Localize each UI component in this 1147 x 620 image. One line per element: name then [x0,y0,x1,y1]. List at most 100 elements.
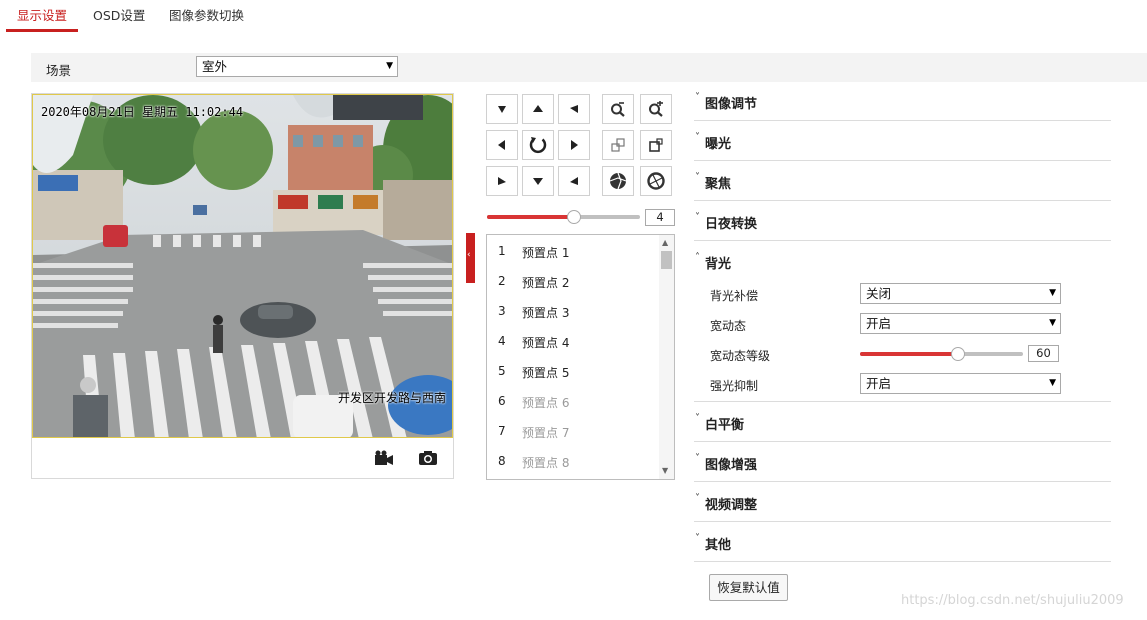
ptz-right-button[interactable] [558,130,590,160]
section-title: 日夜转换 [705,217,758,232]
preset-item[interactable]: 3 预置点 3 [487,295,659,325]
restore-defaults-button[interactable]: 恢复默认值 [709,574,788,601]
tab-bar: 显示设置 OSD设置 图像参数切换 [0,0,1147,33]
tab-display-settings[interactable]: 显示设置 [17,5,67,24]
wdr-level-label: 宽动态等级 [710,349,771,363]
ptz-down-right-button[interactable] [558,166,590,196]
scroll-down-icon[interactable]: ▼ [662,466,668,475]
section-6[interactable]: ˅ 白平衡 [694,402,1111,442]
section-8[interactable]: ˅ 视频调整 [694,482,1111,522]
ptz-left-button[interactable] [486,130,518,160]
ptz-up-button[interactable] [522,94,554,124]
tab-osd-settings[interactable]: OSD设置 [93,5,145,24]
active-tab-indicator [6,29,78,32]
preset-name: 预置点 5 [522,366,570,380]
scene-select[interactable]: 室外 ▼ [196,56,398,77]
arrow-up-icon [533,105,543,112]
ptz-up-left-button[interactable] [486,94,518,124]
preset-item[interactable]: 7 预置点 7 [487,415,659,445]
collapse-ptz-handle[interactable]: ‹ [466,233,475,283]
preset-number: 6 [498,394,506,408]
preset-item[interactable]: 6 预置点 6 [487,385,659,415]
video-panel: 2020年08月21日 星期五 11:02:44 开发区开发路与西南 [31,93,454,479]
scene-select-value: 室外 [202,59,228,74]
chevron-down-icon: ˅ [695,493,700,504]
section-3[interactable]: ˅ 聚焦 [694,161,1111,201]
preset-number: 5 [498,364,506,378]
wdr-level-value[interactable]: 60 [1028,345,1059,362]
dropdown-arrow-icon: ▼ [1049,288,1056,298]
preset-name: 预置点 4 [522,336,570,350]
preset-item[interactable]: 4 预置点 4 [487,325,659,355]
preset-item[interactable]: 8 预置点 8 [487,445,659,475]
preset-number: 4 [498,334,506,348]
section-title: 背光 [705,257,732,272]
ptz-down-button[interactable] [522,166,554,196]
tab-image-param-switch[interactable]: 图像参数切换 [169,5,244,24]
focus-near-button[interactable] [602,130,634,160]
iris-open-button[interactable] [602,166,634,196]
ptz-down-left-button[interactable] [486,166,518,196]
section-2[interactable]: ˅ 曝光 [694,121,1111,161]
zoom-out-button[interactable] [602,94,634,124]
preset-item[interactable]: 2 预置点 2 [487,265,659,295]
iris-open-icon [609,172,627,190]
arrow-down-left-icon [498,177,506,185]
live-video[interactable]: 2020年08月21日 星期五 11:02:44 开发区开发路与西南 [32,94,453,438]
ptz-auto-scan-button[interactable] [522,130,554,160]
wdr-select-value: 开启 [866,316,892,331]
preset-name: 预置点 1 [522,246,570,260]
section-4[interactable]: ˅ 日夜转换 [694,201,1111,241]
arrow-left-icon [498,140,505,150]
snapshot-camera-icon[interactable] [418,450,438,466]
chevron-down-icon: ˅ [695,533,700,544]
zoom-out-icon [611,102,625,117]
hlc-label: 强光抑制 [710,379,759,393]
preset-list: ▲ ▼ 1 预置点 1 2 预置点 2 3 预置点 3 4 预置点 4 5 预置点 5 6 预置点 6… [486,234,675,480]
hlc-select[interactable]: 开启 ▼ [860,373,1061,394]
zoom-in-button[interactable] [640,94,672,124]
zoom-in-icon [649,101,663,117]
preset-number: 8 [498,454,506,468]
section-title: 白平衡 [705,418,745,433]
wdr-select[interactable]: 开启 ▼ [860,313,1061,334]
section-7[interactable]: ˅ 图像增强 [694,442,1111,482]
scroll-thumb[interactable] [661,251,672,269]
chevron-down-icon: ˅ [695,453,700,464]
section-title: 视频调整 [705,498,758,513]
ptz-speed-knob[interactable] [567,210,581,224]
section-title: 图像增强 [705,458,758,473]
section-9[interactable]: ˅ 其他 [694,522,1111,562]
wdr-level-fill [860,352,958,356]
section-1[interactable]: ˅ 图像调节 [694,81,1111,121]
chevron-down-icon: ˅ [695,212,700,223]
iris-close-icon [647,172,665,190]
blc-label: 背光补偿 [710,289,759,303]
record-icon[interactable] [374,450,394,466]
wdr-level-knob[interactable] [951,347,965,361]
preset-number: 2 [498,274,506,288]
ptz-speed-value[interactable]: 4 [645,209,675,226]
osd-channel-name-overlay: 开发区开发路与西南 [337,391,446,405]
scene-label: 场景 [46,63,72,78]
chevron-up-icon: ˄ [695,252,700,263]
ptz-up-right-button[interactable] [558,94,590,124]
blc-select[interactable]: 关闭 ▼ [860,283,1061,304]
arrow-down-icon [533,178,543,185]
focus-far-button[interactable] [640,130,672,160]
blc-select-value: 关闭 [866,286,892,301]
arrow-down-right-icon [570,177,578,185]
refresh-icon [529,137,547,154]
dropdown-arrow-icon: ▼ [1049,378,1056,388]
preset-item[interactable]: 5 预置点 5 [487,355,659,385]
preset-scrollbar[interactable]: ▲ ▼ [659,235,674,479]
focus-far-icon [649,138,663,152]
iris-close-button[interactable] [640,166,672,196]
chevron-down-icon: ˅ [695,92,700,103]
preset-name: 预置点 8 [522,456,570,470]
scroll-up-icon[interactable]: ▲ [662,238,668,247]
preset-item[interactable]: 1 预置点 1 [487,235,659,265]
arrow-up-left-icon [498,106,506,113]
chevron-down-icon: ˅ [695,132,700,143]
preset-name: 预置点 3 [522,306,570,320]
